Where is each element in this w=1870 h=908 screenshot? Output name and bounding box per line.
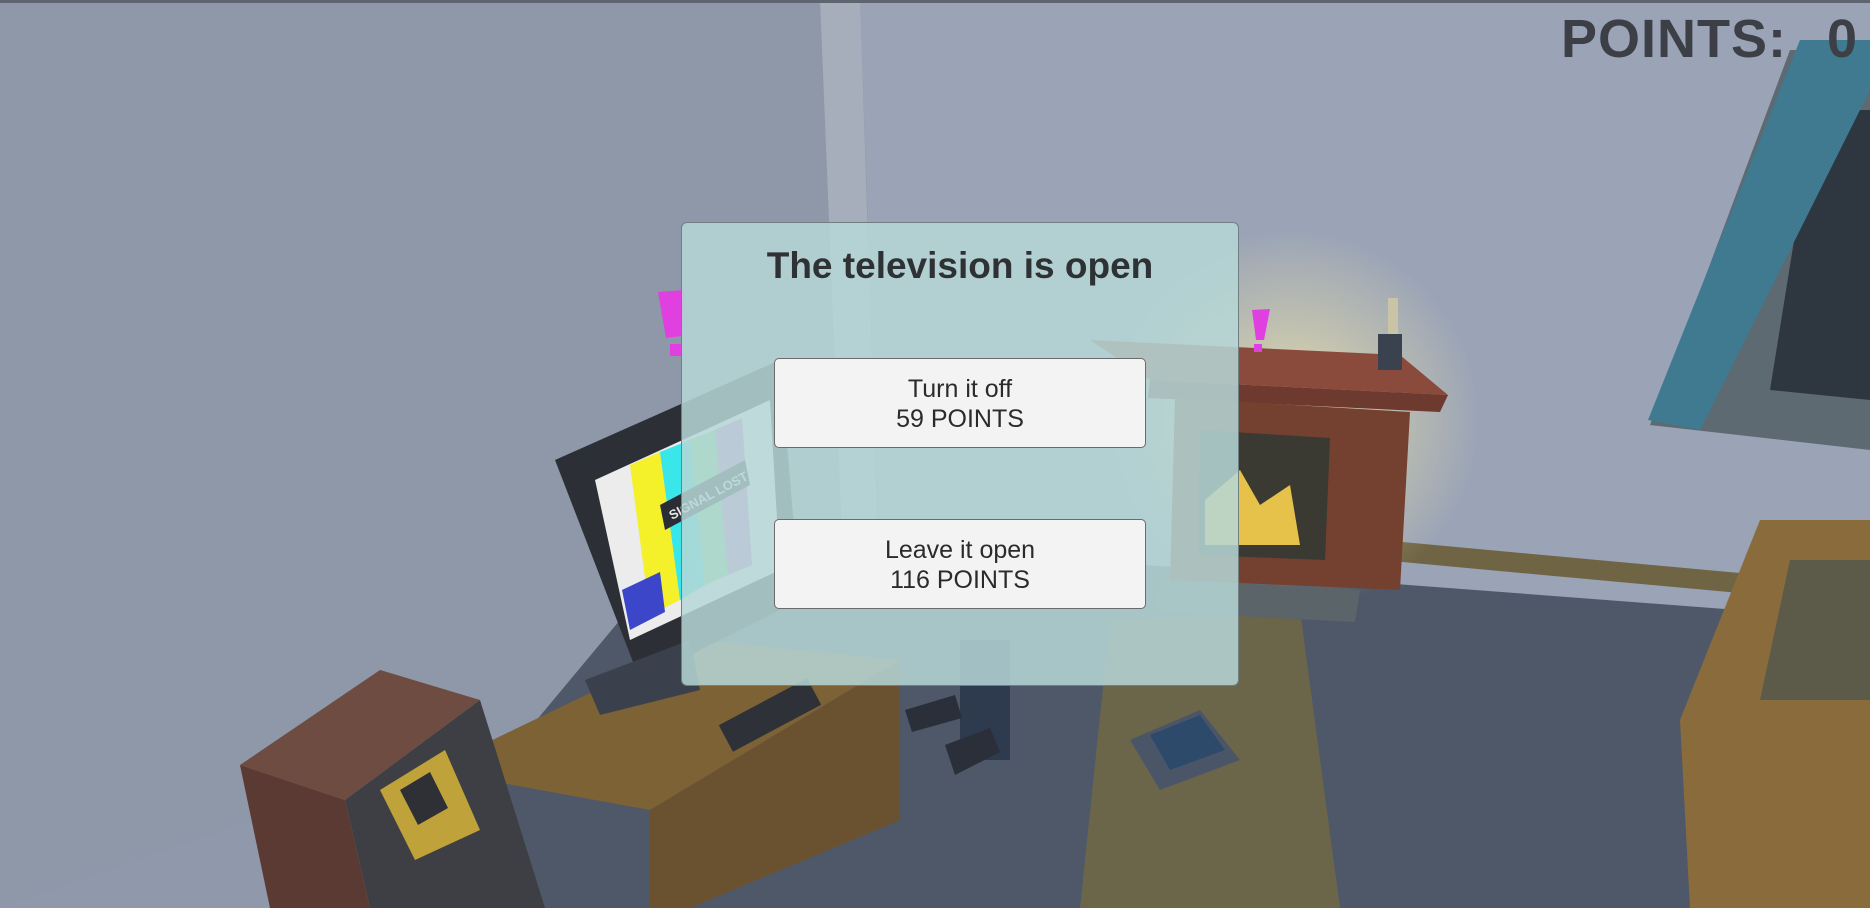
candle-holder xyxy=(1378,334,1402,370)
candle xyxy=(1388,298,1398,338)
points-counter: POINTS: 0 xyxy=(1561,8,1858,70)
alert-marker-right-dot xyxy=(1254,344,1262,352)
ceiling-edge xyxy=(0,0,1870,3)
points-value: 0 xyxy=(1826,9,1858,69)
choice-points: 59 POINTS xyxy=(896,405,1024,433)
event-dialog: The television is open Turn it off 59 PO… xyxy=(681,222,1239,686)
points-label: POINTS: xyxy=(1560,9,1787,69)
leave-open-button[interactable]: Leave it open 116 POINTS xyxy=(774,519,1146,609)
dialog-title: The television is open xyxy=(766,245,1154,286)
choice-points: 116 POINTS xyxy=(890,566,1030,594)
turn-off-button[interactable]: Turn it off 59 POINTS xyxy=(774,358,1146,448)
choice-label: Turn it off xyxy=(907,375,1013,403)
choice-label: Leave it open xyxy=(884,536,1036,564)
game-viewport: SIGNAL LOST POINTS:0 The television is o… xyxy=(0,0,1870,908)
